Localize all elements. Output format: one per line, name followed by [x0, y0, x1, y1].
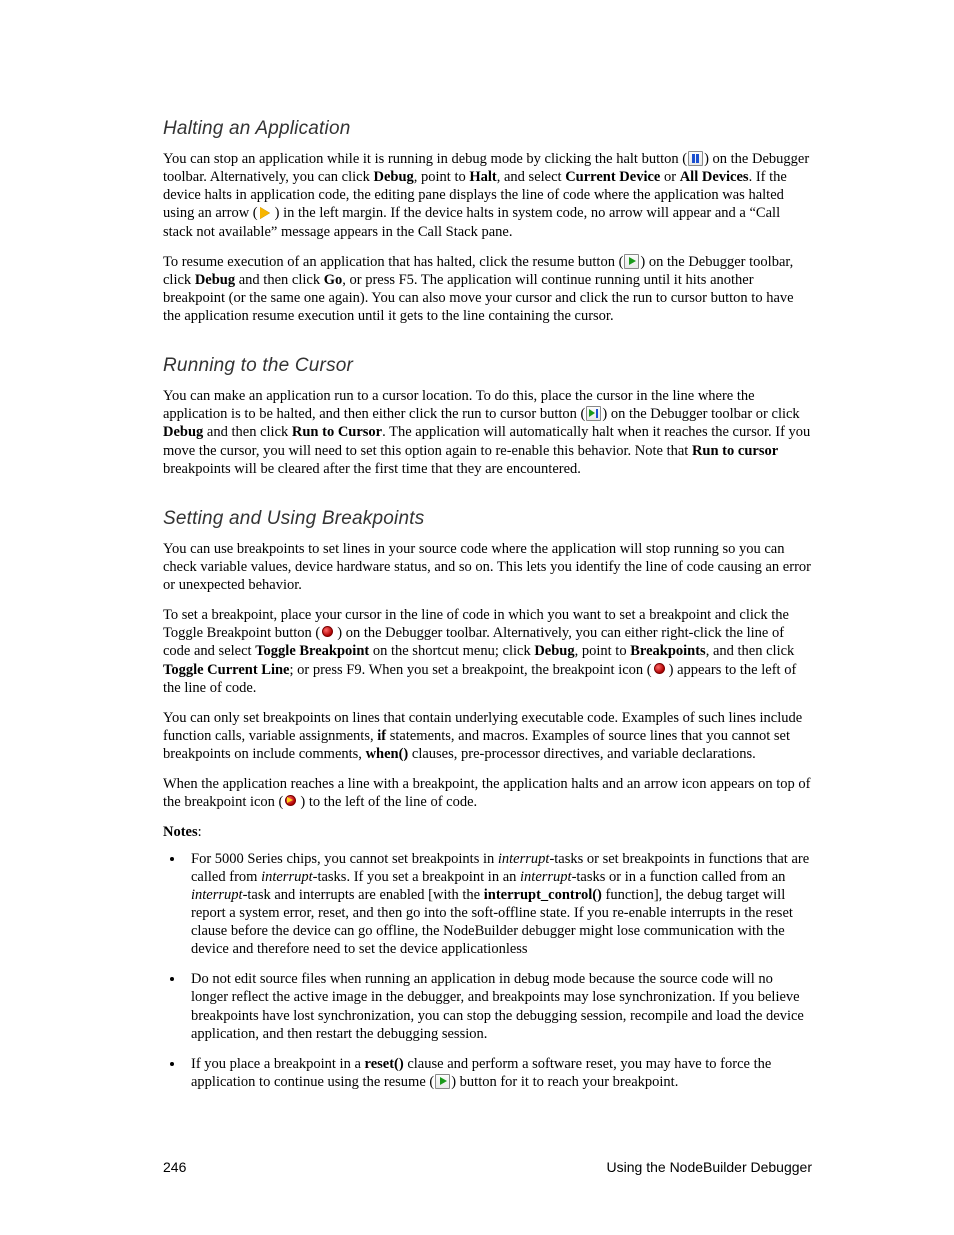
text: clauses, pre-processor directives, and v… — [408, 746, 755, 762]
bold: when() — [366, 746, 409, 762]
page: Halting an Application You can stop an a… — [0, 0, 954, 1235]
italic: interrupt — [191, 887, 243, 903]
italic: interrupt — [520, 869, 572, 885]
bold: reset() — [365, 1056, 404, 1072]
notes-label: Notes: — [163, 823, 812, 841]
text: and then click — [203, 424, 292, 440]
bold: Debug — [534, 643, 574, 659]
resume-icon — [624, 254, 639, 269]
bold: Debug — [195, 272, 235, 288]
text: , and then click — [706, 643, 795, 659]
heading-breakpoints: Setting and Using Breakpoints — [163, 508, 812, 530]
notes-list: For 5000 Series chips, you cannot set br… — [185, 850, 812, 1092]
text: breakpoints will be cleared after the fi… — [163, 461, 581, 477]
text: -tasks or in a function called from an — [572, 869, 786, 885]
heading-running: Running to the Cursor — [163, 355, 812, 377]
breakpoint-icon — [321, 625, 336, 640]
list-item: For 5000 Series chips, you cannot set br… — [185, 850, 812, 959]
breakpoint-icon — [653, 662, 668, 677]
text: on the shortcut menu; click — [369, 643, 534, 659]
bold: Current Device — [565, 169, 660, 185]
para-bp-3: You can only set breakpoints on lines th… — [163, 709, 812, 763]
bold: Go — [324, 272, 343, 288]
para-bp-1: You can use breakpoints to set lines in … — [163, 540, 812, 594]
list-item: If you place a breakpoint in a reset() c… — [185, 1055, 812, 1091]
text: When the application reaches a line with… — [163, 776, 810, 810]
text: or — [660, 169, 679, 185]
page-footer: 246 Using the NodeBuilder Debugger — [163, 1159, 812, 1175]
run-to-cursor-icon — [586, 406, 601, 421]
italic: interrupt — [498, 851, 550, 867]
resume-icon — [435, 1074, 450, 1089]
footer-title: Using the NodeBuilder Debugger — [607, 1159, 812, 1175]
bold: Debug — [163, 424, 203, 440]
bold: Run to Cursor — [292, 424, 382, 440]
bold: Breakpoints — [630, 643, 705, 659]
para-halting-1: You can stop an application while it is … — [163, 150, 812, 241]
bold: interrupt_control() — [484, 887, 602, 903]
text: -tasks. If you set a breakpoint in an — [313, 869, 520, 885]
text: , point to — [575, 643, 631, 659]
text: For 5000 Series chips, you cannot set br… — [191, 851, 498, 867]
bold: Toggle Breakpoint — [255, 643, 369, 659]
para-halting-2: To resume execution of an application th… — [163, 253, 812, 326]
para-running-1: You can make an application run to a cur… — [163, 387, 812, 478]
text: ; or press F9. When you set a breakpoint… — [289, 662, 651, 678]
list-item: Do not edit source files when running an… — [185, 970, 812, 1043]
text: ) button for it to reach your breakpoint… — [451, 1074, 678, 1090]
text: If you place a breakpoint in a — [191, 1056, 365, 1072]
italic: interrupt — [261, 869, 313, 885]
text: To resume execution of an application th… — [163, 254, 623, 270]
breakpoint-hit-icon — [284, 794, 299, 809]
page-number: 246 — [163, 1159, 186, 1175]
heading-halting: Halting an Application — [163, 118, 812, 140]
text: ) on the Debugger toolbar or click — [602, 406, 799, 422]
text: ) to the left of the line of code. — [300, 794, 477, 810]
halt-arrow-icon — [259, 206, 274, 219]
text: and then click — [235, 272, 324, 288]
bold: Run to cursor — [692, 443, 778, 459]
bold: Debug — [373, 169, 413, 185]
bold: Toggle Current Line — [163, 662, 289, 678]
bold: Notes — [163, 824, 198, 840]
para-bp-2: To set a breakpoint, place your cursor i… — [163, 606, 812, 697]
text: , and select — [497, 169, 565, 185]
text: You can stop an application while it is … — [163, 151, 687, 167]
bold: Halt — [469, 169, 496, 185]
text: Do not edit source files when running an… — [191, 971, 804, 1041]
text: -task and interrupts are enabled [with t… — [243, 887, 484, 903]
para-bp-4: When the application reaches a line with… — [163, 775, 812, 811]
text: , point to — [414, 169, 470, 185]
bold: All Devices — [680, 169, 749, 185]
halt-icon — [688, 151, 703, 166]
bold: if — [377, 728, 386, 744]
